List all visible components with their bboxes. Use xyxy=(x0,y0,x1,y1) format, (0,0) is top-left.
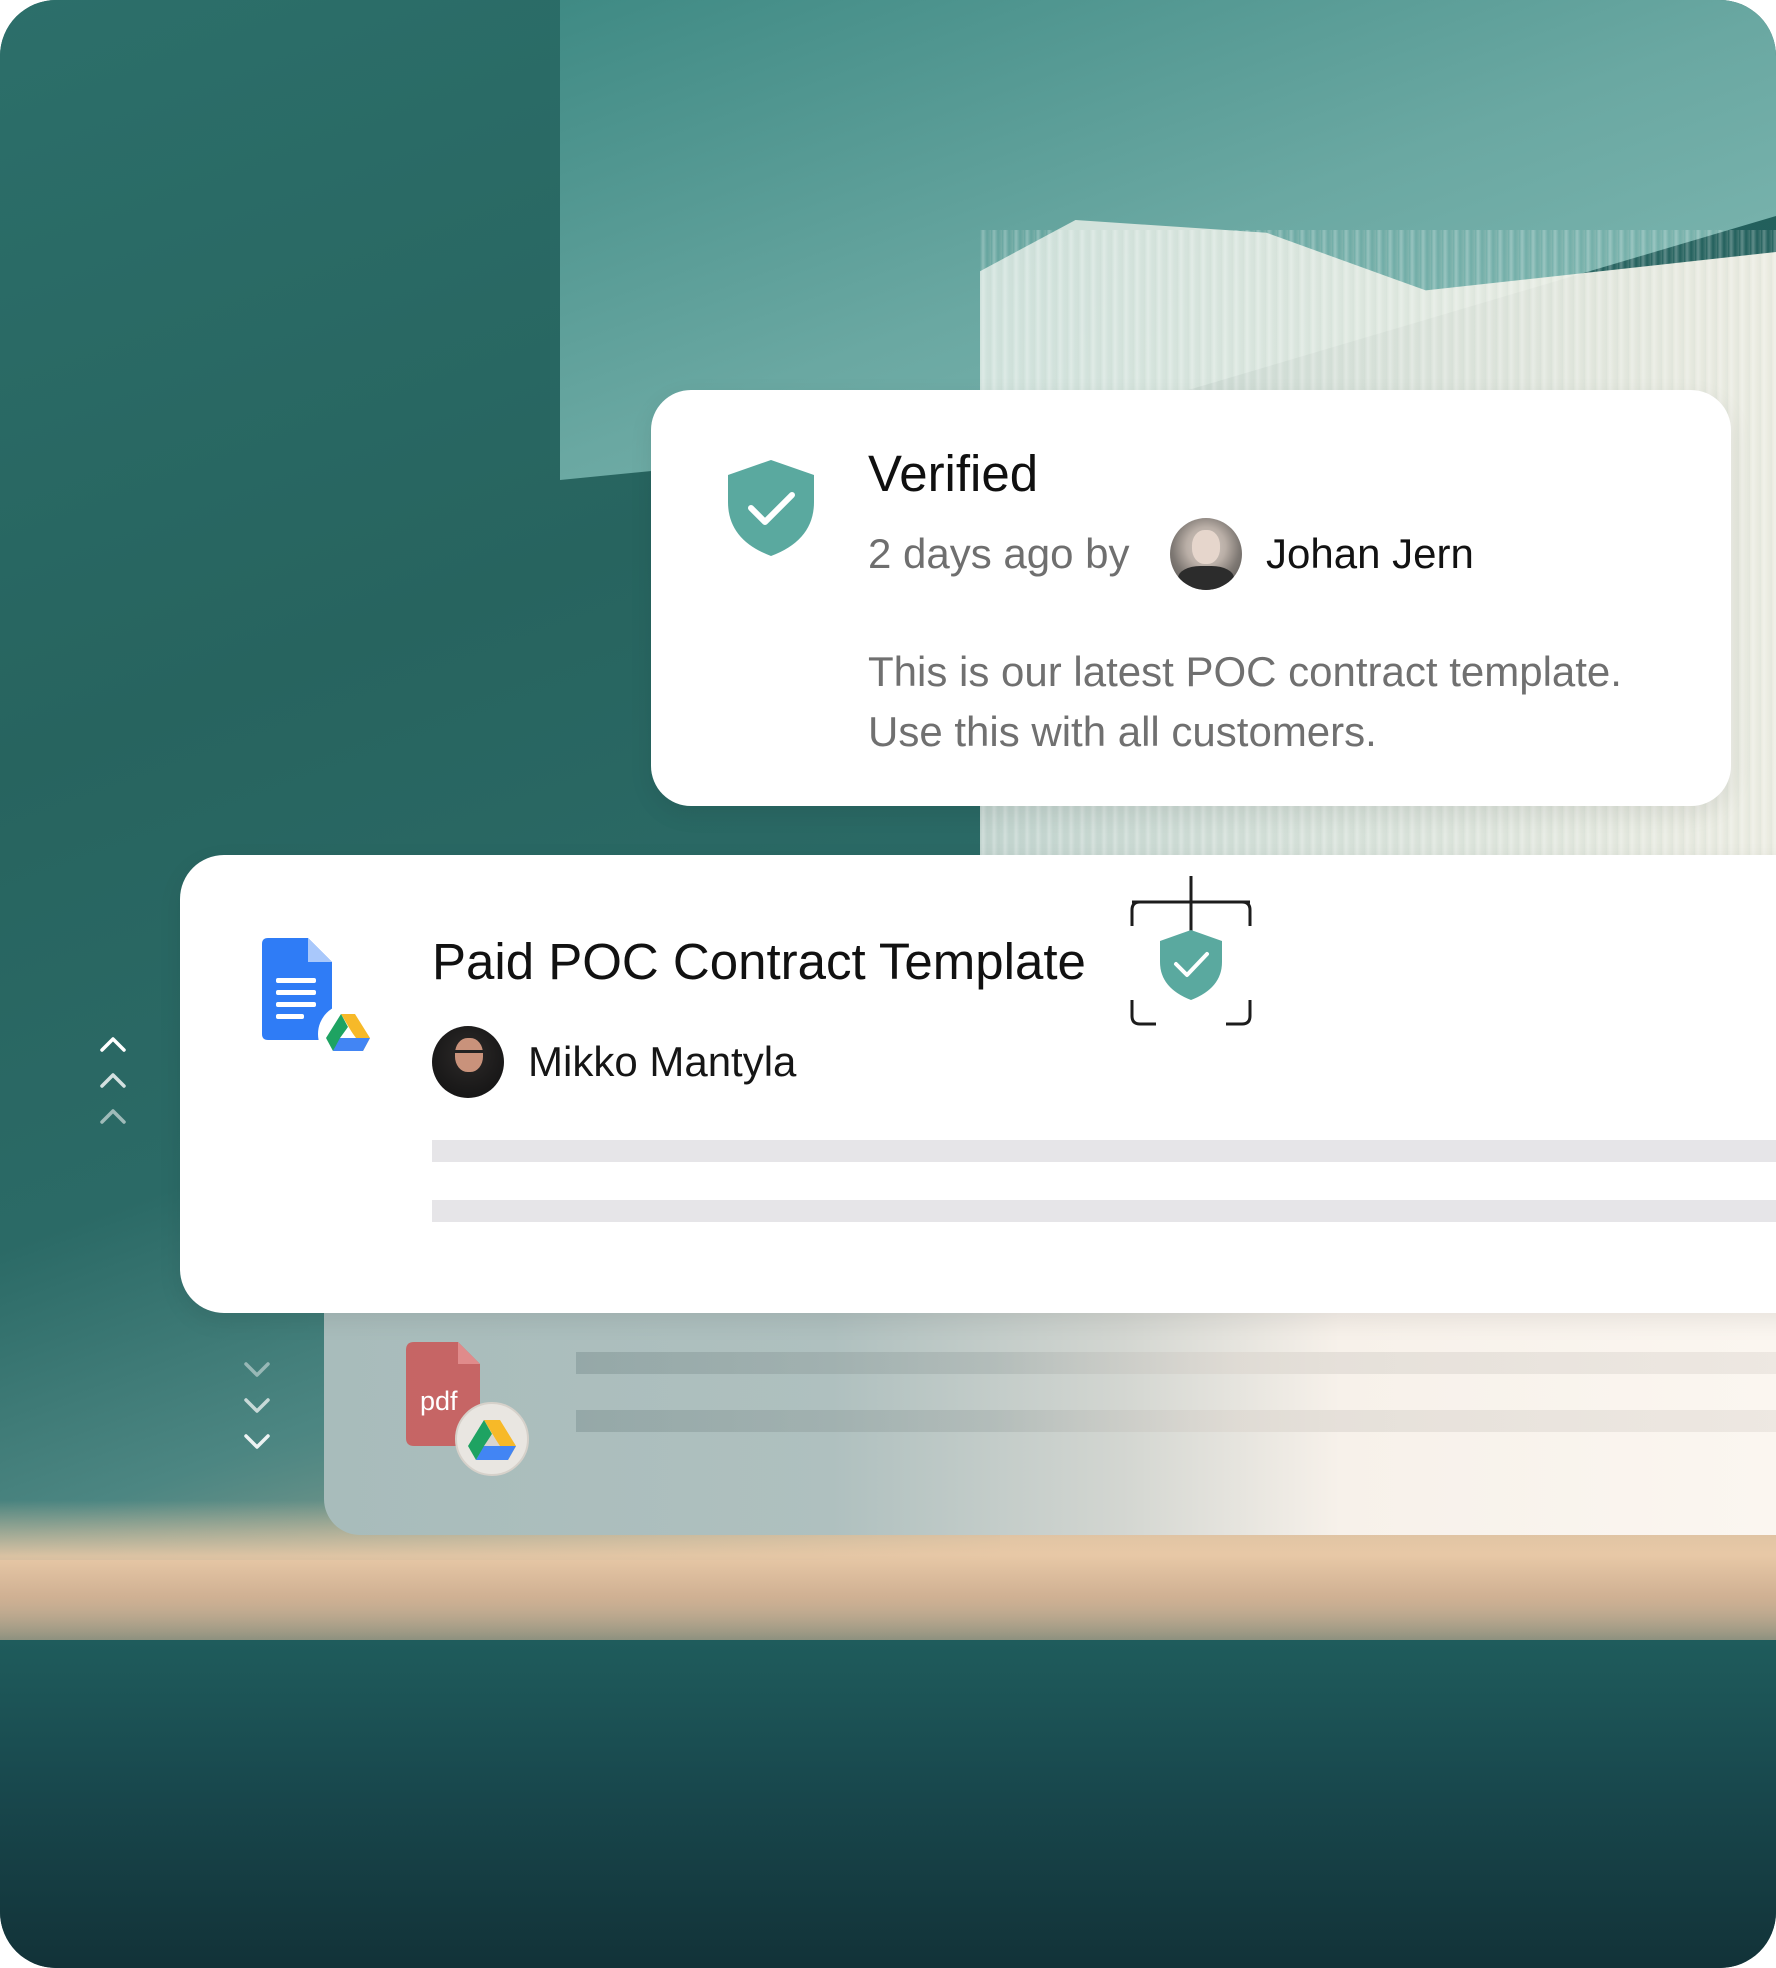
shield-check-icon xyxy=(728,460,814,556)
screenshot-frame: pdf Paid POC Contract Template Mikko Man… xyxy=(0,0,1776,1968)
chevron-down-icon xyxy=(244,1398,270,1413)
verified-timestamp: 2 days ago by xyxy=(868,530,1130,577)
document-author: Mikko Mantyla xyxy=(528,1038,797,1085)
verified-description: This is our latest POC contract template… xyxy=(868,648,1622,755)
avatar-mikko xyxy=(432,1026,504,1098)
pdf-skeleton-line xyxy=(576,1352,1776,1374)
chevrons-down-group[interactable] xyxy=(242,1354,272,1456)
google-docs-icon xyxy=(262,938,372,1058)
shield-check-icon xyxy=(1160,930,1222,1000)
pdf-skeleton-line xyxy=(576,1410,1776,1432)
chevron-down-icon xyxy=(244,1434,270,1449)
verify-target-icon[interactable] xyxy=(1128,876,1254,1028)
avatar-johan xyxy=(1170,518,1242,590)
background-floor xyxy=(0,1640,1776,1968)
chevrons-up-group[interactable] xyxy=(98,1030,128,1132)
document-title[interactable]: Paid POC Contract Template xyxy=(432,932,1086,991)
chevron-up-icon xyxy=(100,1073,126,1088)
verified-title: Verified xyxy=(868,445,1039,502)
document-skeleton-line xyxy=(432,1200,1776,1222)
chevron-up-icon xyxy=(100,1109,126,1124)
chevron-down-icon xyxy=(244,1362,270,1377)
pdf-icon-label: pdf xyxy=(420,1386,458,1416)
document-skeleton-line xyxy=(432,1140,1776,1162)
verified-author: Johan Jern xyxy=(1266,530,1474,577)
pdf-file-icon: pdf xyxy=(406,1342,529,1476)
chevron-up-icon xyxy=(100,1037,126,1052)
document-card[interactable] xyxy=(180,855,1776,1313)
